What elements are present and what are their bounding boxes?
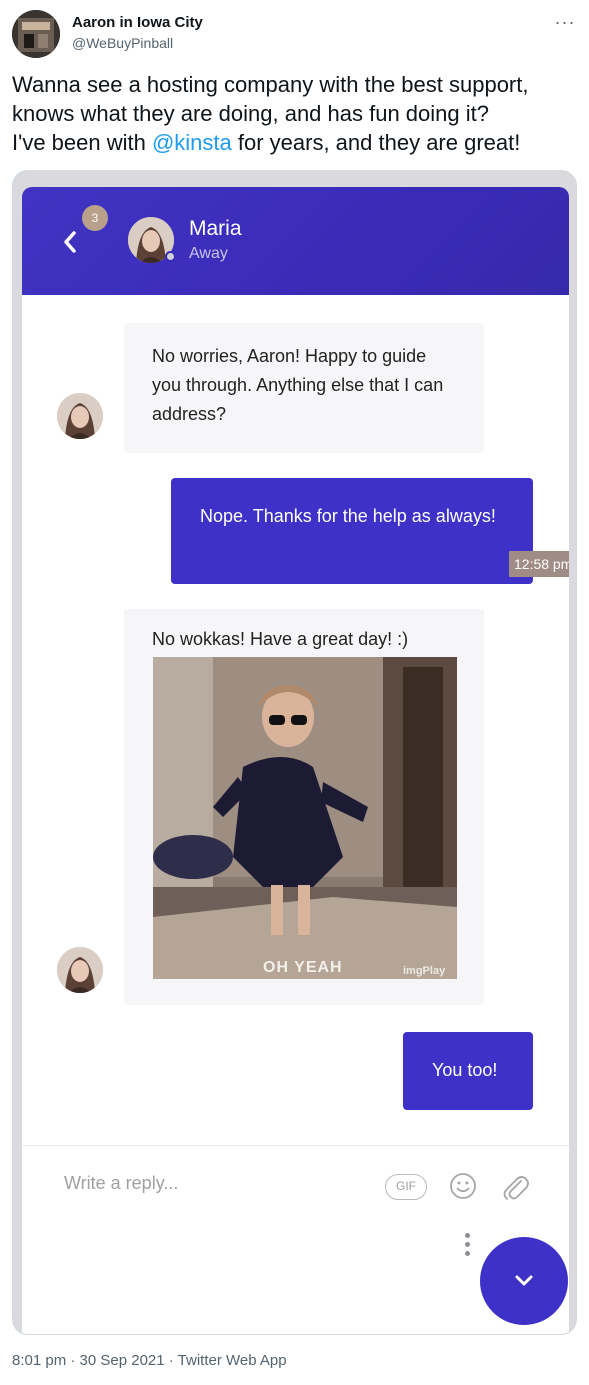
chat-menu-icon[interactable] [463,1233,471,1259]
unread-badge: 3 [82,205,108,231]
agent-message-avatar [57,393,103,439]
tweet-text: Wanna see a hosting company with the bes… [12,70,577,157]
gif-button[interactable]: GIF [385,1174,427,1200]
user-message: Nope. Thanks for the help as always! [171,478,533,584]
reply-input[interactable] [64,1168,344,1198]
reply-bar: GIF [22,1145,569,1223]
tweet-timestamp[interactable]: 8:01 pm · 30 Sep 2021 · Twitter Web App [12,1352,287,1369]
gif-watermark: imgPlay [403,965,446,977]
gif-caption: OH YEAH [263,959,343,976]
message-text: You too! [432,1060,498,1080]
author-avatar[interactable] [12,10,60,58]
gif-image[interactable]: OH YEAH imgPlay [153,657,457,979]
message-text: No wokkas! Have a great day! :) [152,629,409,649]
agent-name: Maria [189,217,242,240]
message-text: No worries, Aaron! Happy to guide you th… [152,346,444,424]
tweet-header: Aaron in Iowa City @WeBuyPinball ··· [12,10,577,60]
agent-message: No wokkas! Have a great day! :) OH YEAH … [124,609,484,1005]
agent-message: No worries, Aaron! Happy to guide you th… [124,323,484,453]
tweet-media[interactable]: 3 Maria Away No worries, Aaron! Happy to… [12,170,577,1335]
message-timestamp: 12:58 pm [509,551,569,577]
tweet-text-after: for years, and they are great! [231,130,521,155]
chat-header: 3 Maria Away [22,187,569,295]
chat-window: 3 Maria Away No worries, Aaron! Happy to… [22,187,569,1334]
more-options-icon[interactable]: ··· [553,10,577,34]
agent-message-avatar [57,947,103,993]
author-name[interactable]: Aaron in Iowa City [72,14,203,31]
chevron-down-icon [515,1275,533,1286]
agent-status: Away [189,245,228,262]
mention-link[interactable]: @kinsta [152,130,232,155]
author-handle[interactable]: @WeBuyPinball [72,35,173,51]
minimize-chat-button[interactable] [480,1237,568,1325]
paperclip-icon[interactable] [499,1170,529,1202]
emoji-icon[interactable] [449,1172,477,1200]
back-chevron-icon[interactable] [60,227,80,257]
away-status-dot [165,251,176,262]
message-text: Nope. Thanks for the help as always! [200,506,496,526]
user-message: You too! [403,1032,533,1110]
